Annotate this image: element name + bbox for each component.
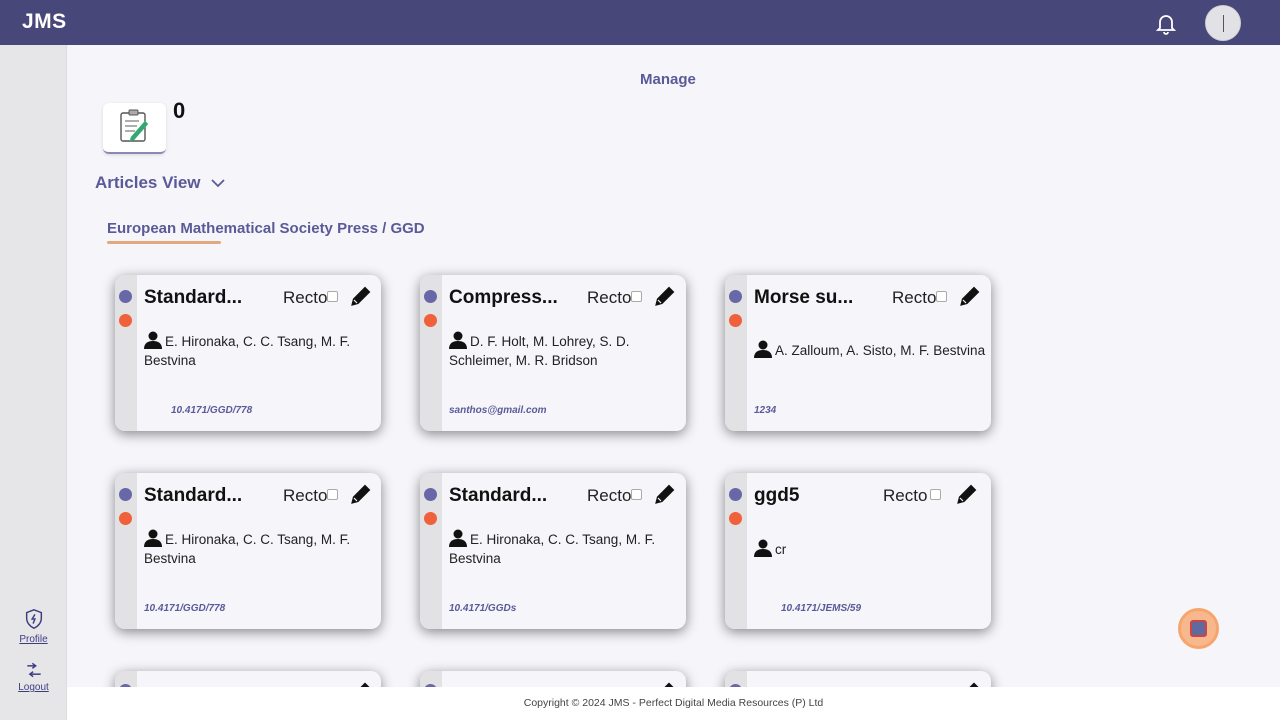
article-doi: 10.4171/JEMS/59	[781, 603, 862, 614]
article-card[interactable]: Standard... Recto E. Hironaka, C. C. Tsa…	[115, 473, 381, 629]
article-doi: santhos@gmail.com	[449, 405, 547, 416]
pencil-icon[interactable]	[955, 482, 979, 506]
logout-icon	[26, 662, 41, 678]
sidebar-item-profile[interactable]: Profile	[0, 608, 67, 645]
sidebar-item-logout[interactable]: Logout	[0, 662, 67, 693]
floating-action-button[interactable]	[1178, 608, 1219, 649]
pencil-icon[interactable]	[349, 482, 373, 506]
pencil-icon[interactable]	[653, 284, 677, 308]
article-card[interactable]: Standard... Recto E. Hironaka, C. C. Tsa…	[420, 473, 686, 629]
user-icon	[754, 539, 772, 557]
status-dot-orange	[424, 314, 437, 327]
sidebar-item-label[interactable]: Logout	[0, 682, 67, 693]
status-dot-blue	[424, 290, 437, 303]
status-dot-blue	[424, 488, 437, 501]
authors-text: A. Zalloum, A. Sisto, M. F. Bestvina	[775, 343, 986, 358]
chevron-down-icon	[210, 179, 225, 188]
page-title: Manage	[640, 71, 696, 88]
article-doi: 10.4171/GGD/778	[171, 405, 253, 416]
articles-stat-card[interactable]	[103, 103, 166, 154]
article-authors: cr	[754, 539, 984, 559]
recto-label: Recto	[892, 288, 937, 307]
article-title[interactable]: Standard...	[144, 485, 242, 507]
avatar-initial	[1223, 15, 1224, 32]
bell-icon[interactable]	[1154, 11, 1178, 35]
recto-label: Recto	[587, 486, 632, 505]
article-card[interactable]: Standard... Recto E. Hironaka, C. C. Tsa…	[115, 275, 381, 431]
recto-label: Recto	[283, 288, 328, 307]
articles-view-label: Articles View	[95, 173, 201, 192]
tab-underline	[107, 241, 221, 244]
pencil-icon[interactable]	[653, 482, 677, 506]
article-authors: E. Hironaka, C. C. Tsang, M. F. Bestvina	[449, 529, 679, 568]
pencil-icon[interactable]	[958, 284, 982, 308]
status-dot-blue	[119, 290, 132, 303]
articles-count: 0	[173, 98, 186, 123]
article-title[interactable]: ggd5	[754, 485, 799, 507]
user-icon	[754, 340, 772, 358]
user-icon	[144, 529, 162, 547]
status-dot-blue	[729, 290, 742, 303]
article-title[interactable]: Standard...	[449, 485, 547, 507]
user-icon	[449, 331, 467, 349]
authors-text: cr	[775, 542, 787, 557]
sidebar: Profile Logout	[0, 45, 67, 720]
copyright-footer: Copyright © 2024 JMS - Perfect Digital M…	[67, 687, 1280, 720]
recto-checkbox[interactable]	[631, 291, 642, 302]
article-card[interactable]: Morse su... Recto A. Zalloum, A. Sisto, …	[725, 275, 991, 431]
top-bar: JMS	[0, 0, 1280, 45]
article-doi: 10.4171/GGDs	[449, 603, 517, 614]
recto-checkbox[interactable]	[327, 489, 338, 500]
article-authors: A. Zalloum, A. Sisto, M. F. Bestvina	[754, 340, 991, 360]
status-dot-blue	[119, 488, 132, 501]
status-dot-orange	[729, 512, 742, 525]
authors-text: E. Hironaka, C. C. Tsang, M. F. Bestvina	[144, 334, 351, 368]
status-dot-orange	[119, 314, 132, 327]
recto-checkbox[interactable]	[936, 291, 947, 302]
article-card[interactable]: Compress... Recto D. F. Holt, M. Lohrey,…	[420, 275, 686, 431]
article-doi: 10.4171/GGD/778	[144, 603, 226, 614]
record-icon	[1190, 620, 1207, 637]
avatar[interactable]	[1205, 5, 1241, 41]
authors-text: E. Hironaka, C. C. Tsang, M. F. Bestvina	[449, 532, 656, 566]
status-dot-blue	[729, 488, 742, 501]
articles-view-dropdown[interactable]: Articles View	[95, 173, 225, 193]
user-icon	[449, 529, 467, 547]
article-doi: 1234	[754, 405, 777, 416]
article-authors: E. Hironaka, C. C. Tsang, M. F. Bestvina	[144, 529, 374, 568]
recto-label: Recto	[883, 486, 928, 505]
sidebar-item-label[interactable]: Profile	[0, 634, 67, 645]
article-authors: E. Hironaka, C. C. Tsang, M. F. Bestvina	[144, 331, 374, 370]
authors-text: E. Hironaka, C. C. Tsang, M. F. Bestvina	[144, 532, 351, 566]
shield-icon	[25, 609, 42, 629]
article-card[interactable]: ggd5 Recto cr 10.4171/JEMS/59	[725, 473, 991, 629]
app-logo[interactable]: JMS	[22, 10, 67, 34]
recto-checkbox[interactable]	[631, 489, 642, 500]
article-authors: D. F. Holt, M. Lohrey, S. D. Schleimer, …	[449, 331, 679, 370]
tab-journal[interactable]: European Mathematical Society Press / GG…	[107, 220, 425, 237]
recto-checkbox[interactable]	[327, 291, 338, 302]
article-title[interactable]: Morse su...	[754, 287, 853, 309]
recto-checkbox[interactable]	[930, 489, 941, 500]
user-icon	[144, 331, 162, 349]
recto-label: Recto	[587, 288, 632, 307]
article-title[interactable]: Standard...	[144, 287, 242, 309]
authors-text: D. F. Holt, M. Lohrey, S. D. Schleimer, …	[449, 334, 630, 368]
status-dot-orange	[119, 512, 132, 525]
recto-label: Recto	[283, 486, 328, 505]
article-title[interactable]: Compress...	[449, 287, 558, 309]
status-dot-orange	[424, 512, 437, 525]
status-dot-orange	[729, 314, 742, 327]
edit-document-icon	[120, 109, 149, 142]
pencil-icon[interactable]	[349, 284, 373, 308]
